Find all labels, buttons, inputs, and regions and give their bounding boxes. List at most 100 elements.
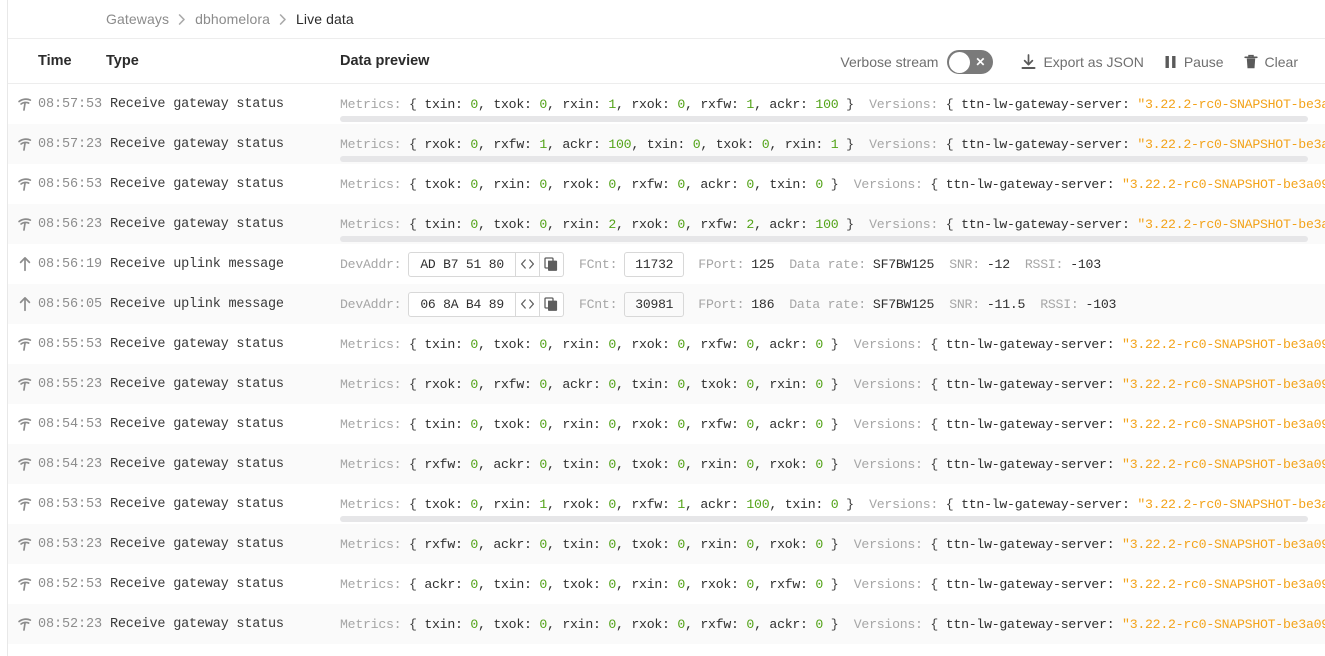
metric-key: ackr: bbox=[769, 617, 807, 632]
metric-value: 0 bbox=[677, 97, 685, 112]
brace-open: { bbox=[409, 617, 417, 632]
metric-key: rxok: bbox=[424, 137, 462, 152]
row-time: 08:54:23 bbox=[38, 457, 102, 472]
rssi-label: RSSI: bbox=[1025, 257, 1063, 272]
metric-key: rxok: bbox=[769, 457, 807, 472]
table-row[interactable]: 08:52:53Receive gateway statusMetrics: {… bbox=[0, 564, 1325, 604]
devaddr-code-toggle-icon[interactable] bbox=[515, 293, 539, 316]
table-row[interactable]: 08:57:23Receive gateway statusMetrics: {… bbox=[0, 124, 1325, 164]
devaddr-field[interactable]: AD B7 51 80 bbox=[408, 252, 564, 277]
row-type: Receive uplink message bbox=[110, 257, 284, 272]
row-horizontal-scrollbar[interactable] bbox=[340, 516, 1308, 522]
version-key: ttn-lw-gateway-server: bbox=[946, 377, 1115, 392]
export-as-json-button[interactable]: Export as JSON bbox=[1011, 54, 1153, 70]
metric-value: 0 bbox=[815, 617, 823, 632]
row-time: 08:54:53 bbox=[38, 417, 102, 432]
metric-value: 0 bbox=[539, 217, 547, 232]
row-data-preview[interactable]: DevAddr:06 8A B4 89FCnt:30981FPort:186Da… bbox=[340, 284, 1325, 324]
table-row[interactable]: 08:53:23Receive gateway statusMetrics: {… bbox=[0, 524, 1325, 564]
table-row[interactable]: 08:54:23 Receive gateway status Metrics: {… bbox=[0, 444, 1325, 484]
uplink-arrow-icon bbox=[17, 256, 33, 272]
metric-value: 0 bbox=[762, 137, 770, 152]
row-data-preview[interactable]: Metrics: { rxok: 0, rxfw: 0, ackr: 0, tx… bbox=[340, 364, 1325, 404]
metric-key: txin: bbox=[631, 377, 669, 392]
metric-key: rxfw: bbox=[631, 177, 669, 192]
row-horizontal-scrollbar[interactable] bbox=[340, 236, 1308, 242]
devaddr-code-toggle-icon[interactable] bbox=[515, 253, 539, 276]
snr-value: -12 bbox=[987, 257, 1010, 272]
row-data-preview[interactable]: Metrics: { rxfw: 0, ackr: 0, txin: 0, tx… bbox=[340, 524, 1325, 564]
row-time: 08:56:05 bbox=[38, 297, 102, 312]
metric-value: 1 bbox=[539, 497, 547, 512]
version-value: "3.22.2-rc0-SNAPSHOT-be3a09ee0" bbox=[1122, 337, 1325, 352]
versions-label: Versions: bbox=[854, 617, 923, 632]
metric-value: 0 bbox=[815, 537, 823, 552]
row-type: Receive gateway status bbox=[110, 577, 284, 592]
version-key: ttn-lw-gateway-server: bbox=[946, 617, 1115, 632]
verbose-stream-toggle[interactable]: ✕ bbox=[947, 50, 993, 74]
row-data-preview[interactable]: Metrics: { txin: 0, txok: 0, rxin: 0, rx… bbox=[340, 604, 1325, 644]
table-row[interactable]: 08:52:23Receive gateway statusMetrics: {… bbox=[0, 604, 1325, 644]
row-data-preview[interactable]: DevAddr:AD B7 51 80FCnt:11732FPort:125Da… bbox=[340, 244, 1325, 284]
row-data-preview[interactable]: Metrics: { rxfw: 0, ackr: 0, txin: 0, tx… bbox=[340, 444, 1325, 484]
metric-key: rxfw: bbox=[700, 617, 738, 632]
breadcrumb-item-live-data: Live data bbox=[296, 11, 354, 27]
metric-value: 0 bbox=[815, 457, 823, 472]
metric-key: rxin: bbox=[562, 617, 600, 632]
column-header-data-preview: Data preview bbox=[340, 53, 429, 69]
table-row[interactable]: 08:56:53Receive gateway statusMetrics: {… bbox=[0, 164, 1325, 204]
metric-value: 0 bbox=[539, 537, 547, 552]
fport-value: 125 bbox=[751, 257, 774, 272]
metric-value: 100 bbox=[815, 217, 838, 232]
table-row[interactable]: 08:57:53Receive gateway statusMetrics: {… bbox=[0, 84, 1325, 124]
metric-value: 0 bbox=[746, 417, 754, 432]
row-data-preview[interactable]: Metrics: { txin: 0, txok: 0, rxin: 0, rx… bbox=[340, 324, 1325, 364]
row-time: 08:56:53 bbox=[38, 177, 102, 192]
table-row[interactable]: 08:56:23Receive gateway statusMetrics: {… bbox=[0, 204, 1325, 244]
row-type: Receive gateway status bbox=[110, 457, 284, 472]
row-horizontal-scrollbar[interactable] bbox=[340, 116, 1308, 122]
metric-key: txok: bbox=[424, 177, 462, 192]
table-row[interactable]: 08:54:53Receive gateway statusMetrics: {… bbox=[0, 404, 1325, 444]
table-header: Time Type Data preview Verbose stream ✕ bbox=[0, 38, 1325, 84]
table-row[interactable]: 08:56:05Receive uplink messageDevAddr:06… bbox=[0, 284, 1325, 324]
table-row[interactable]: 08:55:53Receive gateway statusMetrics: {… bbox=[0, 324, 1325, 364]
metric-key: ackr: bbox=[769, 97, 807, 112]
metric-value: 0 bbox=[677, 337, 685, 352]
metric-key: txin: bbox=[562, 457, 600, 472]
metric-value: 0 bbox=[677, 177, 685, 192]
row-data-preview[interactable]: Metrics: { ackr: 0, txin: 0, txok: 0, rx… bbox=[340, 564, 1325, 604]
metric-key: rxfw: bbox=[493, 377, 531, 392]
data-rate-value: SF7BW125 bbox=[873, 297, 934, 312]
live-data-rows[interactable]: 08:57:53Receive gateway statusMetrics: {… bbox=[0, 84, 1325, 654]
table-row[interactable]: 08:53:53Receive gateway statusMetrics: {… bbox=[0, 484, 1325, 524]
metrics-label: Metrics: bbox=[340, 97, 401, 112]
pause-button[interactable]: Pause bbox=[1154, 54, 1234, 70]
devaddr-copy-icon[interactable] bbox=[539, 293, 563, 316]
metric-value: 0 bbox=[470, 177, 478, 192]
row-data-preview[interactable]: Metrics: { txin: 0, txok: 0, rxin: 0, rx… bbox=[340, 404, 1325, 444]
devaddr-field[interactable]: 06 8A B4 89 bbox=[408, 292, 564, 317]
devaddr-copy-icon[interactable] bbox=[539, 253, 563, 276]
metrics-label: Metrics: bbox=[340, 617, 401, 632]
metric-value: 0 bbox=[470, 417, 478, 432]
rssi-value: -103 bbox=[1086, 297, 1117, 312]
metric-value: 0 bbox=[470, 617, 478, 632]
brace-close: } bbox=[846, 217, 854, 232]
row-data-preview[interactable]: Metrics: { txok: 0, rxin: 0, rxok: 0, rx… bbox=[340, 164, 1325, 204]
breadcrumb-item-gateway-id[interactable]: dbhomelora bbox=[195, 11, 270, 27]
metric-value: 0 bbox=[470, 577, 478, 592]
brace-close: } bbox=[846, 97, 854, 112]
row-horizontal-scrollbar[interactable] bbox=[340, 156, 1308, 162]
metric-key: rxin: bbox=[631, 577, 669, 592]
metric-key: txin: bbox=[769, 177, 807, 192]
metric-value: 100 bbox=[746, 497, 769, 512]
row-time: 08:53:23 bbox=[38, 537, 102, 552]
metric-key: rxin: bbox=[562, 417, 600, 432]
fport-label: FPort: bbox=[698, 257, 744, 272]
breadcrumb-item-gateways[interactable]: Gateways bbox=[106, 11, 169, 27]
metrics-label: Metrics: bbox=[340, 177, 401, 192]
table-row[interactable]: 08:55:23Receive gateway statusMetrics: {… bbox=[0, 364, 1325, 404]
table-row[interactable]: 08:56:19Receive uplink messageDevAddr:AD… bbox=[0, 244, 1325, 284]
clear-button[interactable]: Clear bbox=[1234, 54, 1308, 70]
